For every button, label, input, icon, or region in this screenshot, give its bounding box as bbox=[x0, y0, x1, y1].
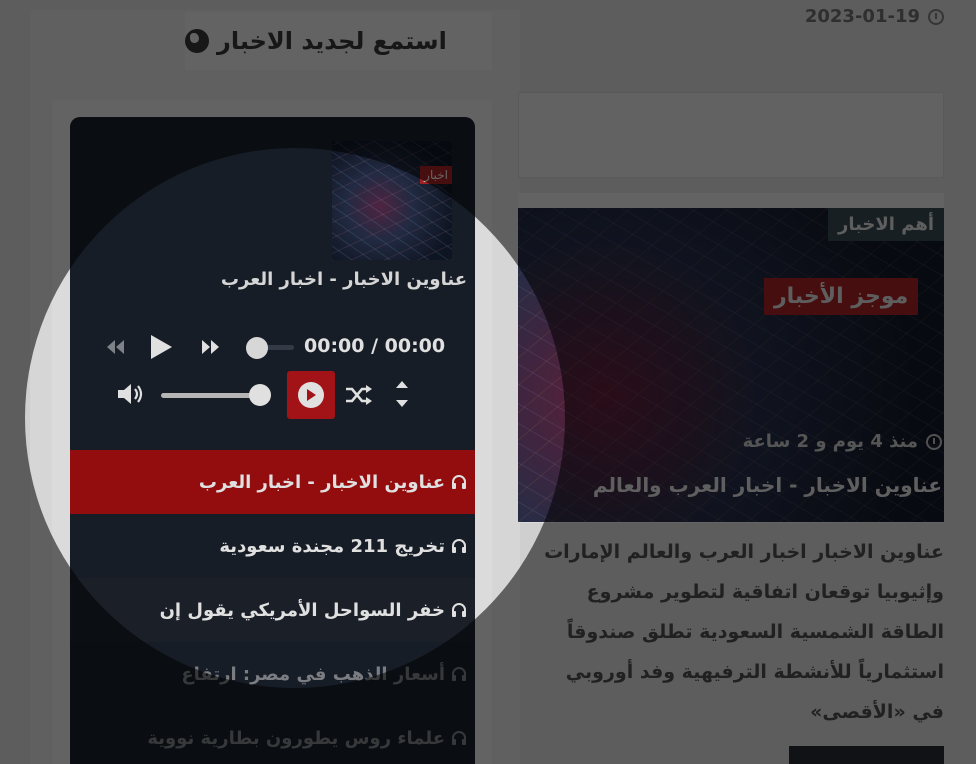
article-time: منذ 4 يوم و 2 ساعة bbox=[743, 431, 942, 452]
transport-controls: 00:00 / 00:00 bbox=[104, 329, 454, 365]
autoplay-button[interactable] bbox=[287, 371, 335, 419]
playlist-item-2[interactable]: تخريج 211 مجندة سعودية bbox=[70, 514, 475, 578]
ad-placeholder bbox=[518, 92, 944, 178]
playlist: عناوين الاخبار - اخبار العرب تخريج 211 م… bbox=[70, 450, 475, 764]
secondary-controls bbox=[104, 367, 454, 419]
clock-icon bbox=[926, 433, 942, 450]
main-column: 2023-01-19 أهم الاخبار موجز الأخبار منذ … bbox=[518, 0, 976, 764]
headphones-icon bbox=[452, 603, 466, 617]
playlist-item-label: تخريج 211 مجندة سعودية bbox=[219, 535, 445, 557]
globe-icon bbox=[185, 29, 209, 53]
volume-handle[interactable] bbox=[249, 384, 271, 406]
thumbnail-tag: اخبار bbox=[420, 166, 452, 184]
next-article-thumbnail[interactable] bbox=[789, 746, 944, 764]
volume-icon[interactable] bbox=[116, 382, 144, 406]
playlist-item-label: أسعار الذهب في مصر: ارتفاع bbox=[181, 663, 445, 685]
brand-label: موجز الأخبار bbox=[764, 278, 919, 315]
post-date-text: 2023-01-19 bbox=[804, 6, 920, 27]
headphones-icon bbox=[452, 731, 466, 745]
toggle-playlist-icon[interactable] bbox=[394, 377, 410, 411]
playlist-item-5[interactable]: علماء روس يطورون بطارية نووية bbox=[70, 706, 475, 764]
playlist-item-label: علماء روس يطورون بطارية نووية bbox=[147, 727, 445, 749]
article-excerpt: عناوين الاخبار اخبار العرب والعالم الإما… bbox=[544, 541, 944, 723]
track-thumbnail: اخبار bbox=[332, 141, 452, 260]
headphones-icon bbox=[452, 539, 466, 553]
headphones-icon bbox=[452, 667, 466, 681]
volume-slider[interactable] bbox=[161, 393, 261, 398]
article-title[interactable]: عناوين الاخبار - اخبار العرب والعالم bbox=[593, 473, 942, 497]
playlist-item-4[interactable]: أسعار الذهب في مصر: ارتفاع bbox=[70, 642, 475, 706]
headphones-icon bbox=[452, 475, 466, 489]
featured-article-card[interactable]: أهم الاخبار موجز الأخبار منذ 4 يوم و 2 س… bbox=[518, 193, 944, 523]
playlist-item-label: عناوين الاخبار - اخبار العرب bbox=[198, 471, 445, 493]
shuffle-icon[interactable] bbox=[344, 383, 374, 407]
playlist-item-label: خفر السواحل الأمريكي يقول إن bbox=[159, 599, 445, 621]
article-time-text: منذ 4 يوم و 2 ساعة bbox=[742, 431, 918, 452]
category-tag[interactable]: أهم الاخبار bbox=[827, 208, 944, 241]
post-date: 2023-01-19 bbox=[805, 6, 944, 27]
playlist-item-1[interactable]: عناوين الاخبار - اخبار العرب bbox=[70, 450, 475, 514]
autoplay-icon bbox=[298, 382, 324, 408]
widget-title-text: استمع لجديد الاخبار bbox=[217, 27, 447, 55]
fast-forward-icon[interactable] bbox=[198, 335, 222, 359]
playlist-item-3[interactable]: خفر السواحل الأمريكي يقول إن bbox=[70, 578, 475, 642]
widget-title: استمع لجديد الاخبار bbox=[185, 12, 492, 70]
seek-handle[interactable] bbox=[246, 337, 268, 359]
clock-icon bbox=[928, 8, 944, 25]
play-icon[interactable] bbox=[148, 333, 174, 361]
current-track-title: عناوين الاخبار - اخبار العرب bbox=[220, 269, 467, 290]
seek-bar[interactable] bbox=[246, 337, 294, 359]
audio-player: اخبار عناوين الاخبار - اخبار العرب 00:00… bbox=[70, 117, 475, 764]
time-display: 00:00 / 00:00 bbox=[304, 335, 446, 357]
rewind-icon[interactable] bbox=[104, 335, 128, 359]
